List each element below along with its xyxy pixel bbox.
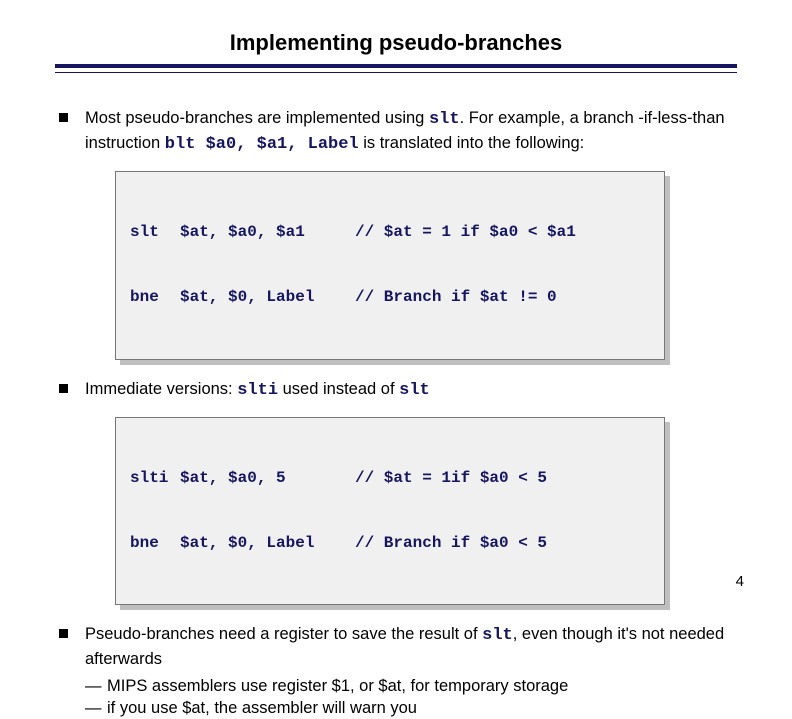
code-block-1: slt$at, $a0, $a1// $at = 1 if $a0 < $a1 … <box>115 171 665 360</box>
code2-l2-cmt: // Branch if $a0 < 5 <box>355 533 547 555</box>
code2-l1-args: $at, $a0, 5 <box>180 468 355 490</box>
slide-title: Implementing pseudo-branches <box>55 30 737 56</box>
page-number: 4 <box>736 573 744 590</box>
bullet-1-text-c: is translated into the following: <box>359 134 585 152</box>
code1-l2-cmt: // Branch if $at != 0 <box>355 287 557 309</box>
bullet-2-text-b: used instead of <box>278 380 399 398</box>
bullet-3: Pseudo-branches need a register to save … <box>55 623 737 719</box>
bullet-1-text-a: Most pseudo-branches are implemented usi… <box>85 109 429 127</box>
code-inline-slt2: slt <box>399 381 430 400</box>
subbullet-1: MIPS assemblers use register $1, or $at,… <box>85 675 737 697</box>
bullet-2-text-a: Immediate versions: <box>85 380 237 398</box>
title-divider <box>55 64 737 73</box>
bullet-1: Most pseudo-branches are implemented usi… <box>55 107 737 157</box>
code2-l2-op: bne <box>130 533 180 555</box>
code1-l1-op: slt <box>130 222 180 244</box>
code-inline-slt3: slt <box>482 626 513 645</box>
subbullet-2: if you use $at, the assembler will warn … <box>85 697 737 719</box>
code-inline-slti: slti <box>237 381 278 400</box>
code2-l1-op: slti <box>130 468 180 490</box>
code2-l1-cmt: // $at = 1if $a0 < 5 <box>355 468 547 490</box>
code1-l1-args: $at, $a0, $a1 <box>180 222 355 244</box>
code1-line2: bne$at, $0, Label// Branch if $at != 0 <box>130 287 650 309</box>
code2-line2: bne$at, $0, Label// Branch if $a0 < 5 <box>130 533 650 555</box>
bullet-3-text-a: Pseudo-branches need a register to save … <box>85 625 482 643</box>
code-inline-slt: slt <box>429 110 460 129</box>
code1-l2-op: bne <box>130 287 180 309</box>
code-block-2: slti$at, $a0, 5// $at = 1if $a0 < 5 bne$… <box>115 417 665 606</box>
code2-line1: slti$at, $a0, 5// $at = 1if $a0 < 5 <box>130 468 650 490</box>
bullet-2: Immediate versions: slti used instead of… <box>55 378 737 403</box>
code2-l2-args: $at, $0, Label <box>180 533 355 555</box>
code1-l1-cmt: // $at = 1 if $a0 < $a1 <box>355 222 576 244</box>
code1-line1: slt$at, $a0, $a1// $at = 1 if $a0 < $a1 <box>130 222 650 244</box>
code1-l2-args: $at, $0, Label <box>180 287 355 309</box>
code-inline-blt: blt $a0, $a1, Label <box>165 135 359 154</box>
